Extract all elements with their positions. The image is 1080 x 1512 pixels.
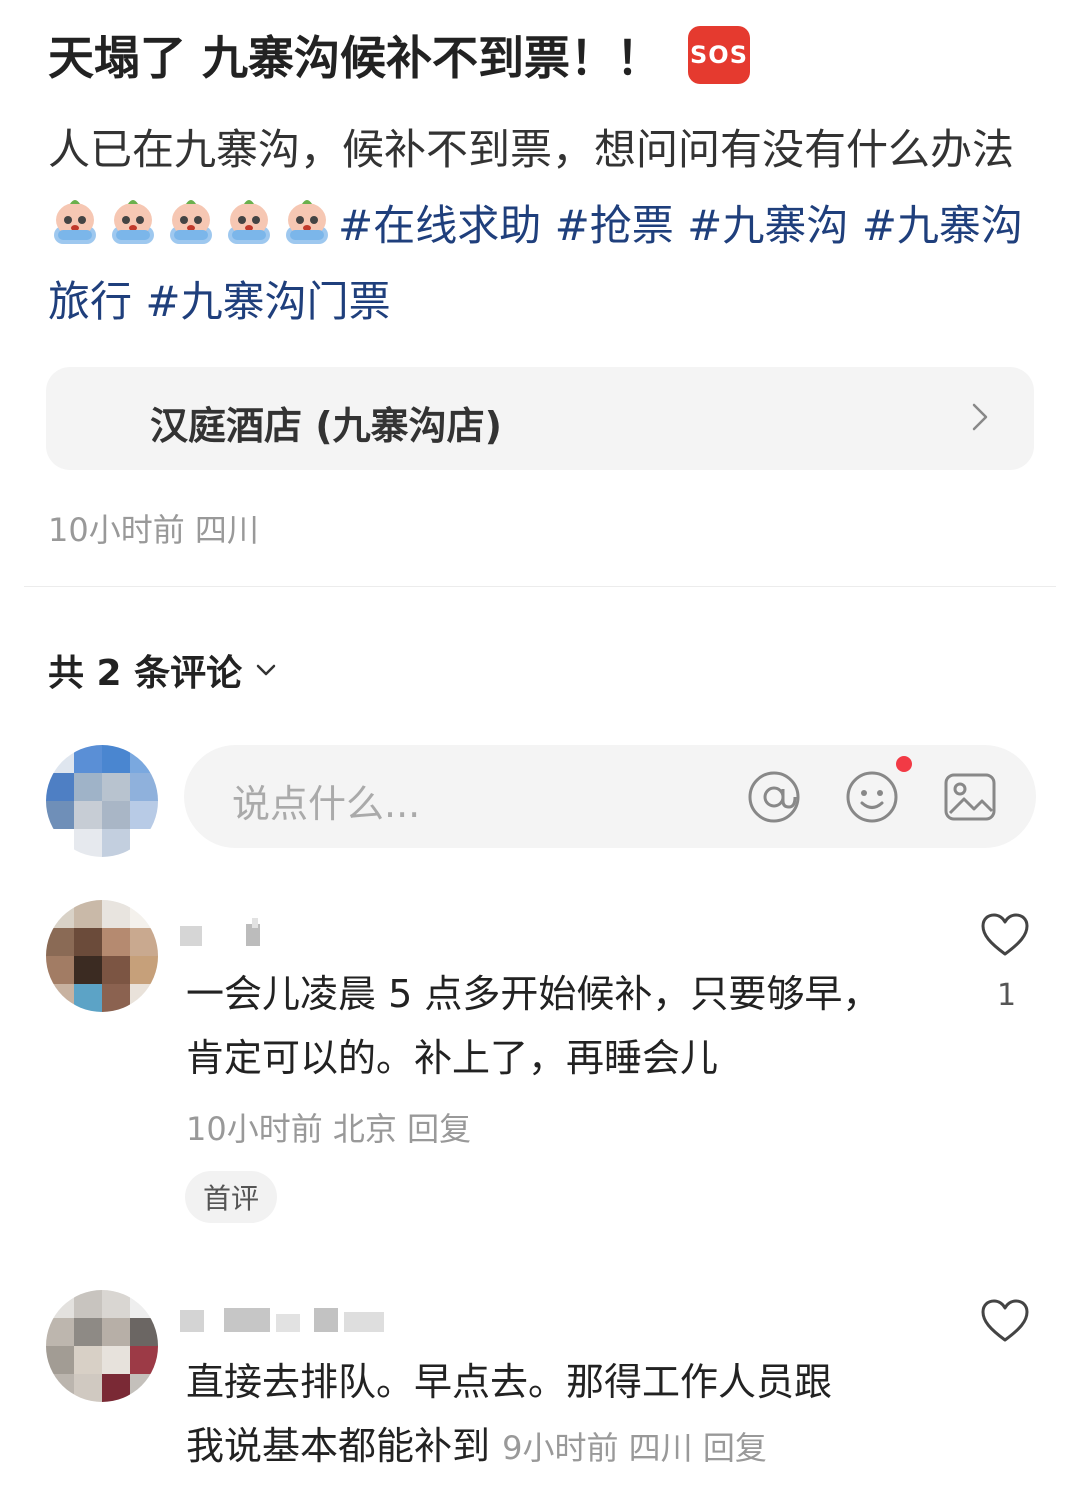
comment-count-toggle[interactable]: 共 2 条评论 [48,644,276,696]
commenter-avatar[interactable] [46,900,158,1012]
comment-text-line-with-meta: 我说基本都能补到 9小时前 四川 回复 [186,1414,976,1480]
comment-time: 9小时前 [502,1429,619,1467]
comment-count-label: 共 2 条评论 [48,653,243,694]
commenter-name-obscured[interactable] [180,918,280,956]
hashtag-link[interactable]: #抢票 [555,201,674,250]
sos-emoji: SOS [688,26,751,84]
reply-button[interactable]: 回复 [407,1110,471,1148]
post-body-text: 人已在九寨沟，候补不到票，想问问有没有什么办法 [48,125,1015,174]
image-icon[interactable] [942,769,998,825]
comment-text-line: 我说基本都能补到 [186,1424,491,1468]
current-user-avatar [46,745,158,857]
post-time: 10小时前 [48,511,185,549]
comment-text: 直接去排队。早点去。那得工作人员跟 我说基本都能补到 9小时前 四川 回复 [186,1350,976,1480]
post-title: 天塌了 九寨沟候补不到票！！ [48,31,663,85]
divider [24,586,1056,587]
location-label: 汉庭酒店 (九寨沟店) [150,404,502,448]
heart-icon[interactable] [980,1298,1030,1344]
post-title-row: 天塌了 九寨沟候补不到票！！ SOS [48,22,751,88]
crying-peach-emoji [48,196,102,248]
crying-peach-emoji [280,196,334,248]
comment-meta: 10小时前 北京 回复 [186,1104,471,1150]
commenter-avatar[interactable] [46,1290,158,1402]
chevron-down-icon [256,664,276,676]
crying-peach-emoji [222,196,276,248]
comment-time: 10小时前 [186,1110,323,1148]
comment-region: 四川 [628,1429,693,1467]
comment-region: 北京 [332,1110,397,1148]
first-comment-badge: 首评 [185,1171,278,1223]
crying-peach-emoji [164,196,218,248]
hashtag-link[interactable]: #九寨沟 [687,201,848,250]
reply-button[interactable]: 回复 [703,1429,767,1467]
post-meta: 10小时前 四川 [48,505,259,551]
hashtag-link[interactable]: #在线求助 [338,201,541,250]
post-region: 四川 [194,511,259,549]
post-body: 人已在九寨沟，候补不到票，想问问有没有什么办法 #在线求助 #抢票 #九寨沟 #九… [48,112,1048,340]
chevron-right-icon [972,403,988,431]
comment-input-placeholder: 说点什么... [232,782,421,826]
comment-text: 一会儿凌晨 5 点多开始候补，只要够早， 肯定可以的。补上了，再睡会儿 [186,962,926,1090]
mention-icon[interactable] [746,769,802,825]
crying-peach-emoji [106,196,160,248]
commenter-name-obscured[interactable] [180,1300,390,1340]
location-card[interactable]: 汉庭酒店 (九寨沟店) [46,367,1034,470]
heart-icon[interactable] [980,912,1030,958]
comment-text-line: 直接去排队。早点去。那得工作人员跟 [186,1360,833,1404]
comment-text-line: 肯定可以的。补上了，再睡会儿 [186,1036,719,1080]
comment-meta: 9小时前 四川 回复 [502,1429,767,1467]
comment-input[interactable]: 说点什么... [184,745,1036,848]
hashtag-link[interactable]: #九寨沟门票 [145,277,390,326]
comment-text-line: 一会儿凌晨 5 点多开始候补，只要够早， [186,972,881,1016]
like-count: 1 [997,978,1017,1013]
notification-dot [896,756,912,772]
emoji-icon[interactable] [844,769,900,825]
crying-peach-emoji-group [48,200,338,250]
